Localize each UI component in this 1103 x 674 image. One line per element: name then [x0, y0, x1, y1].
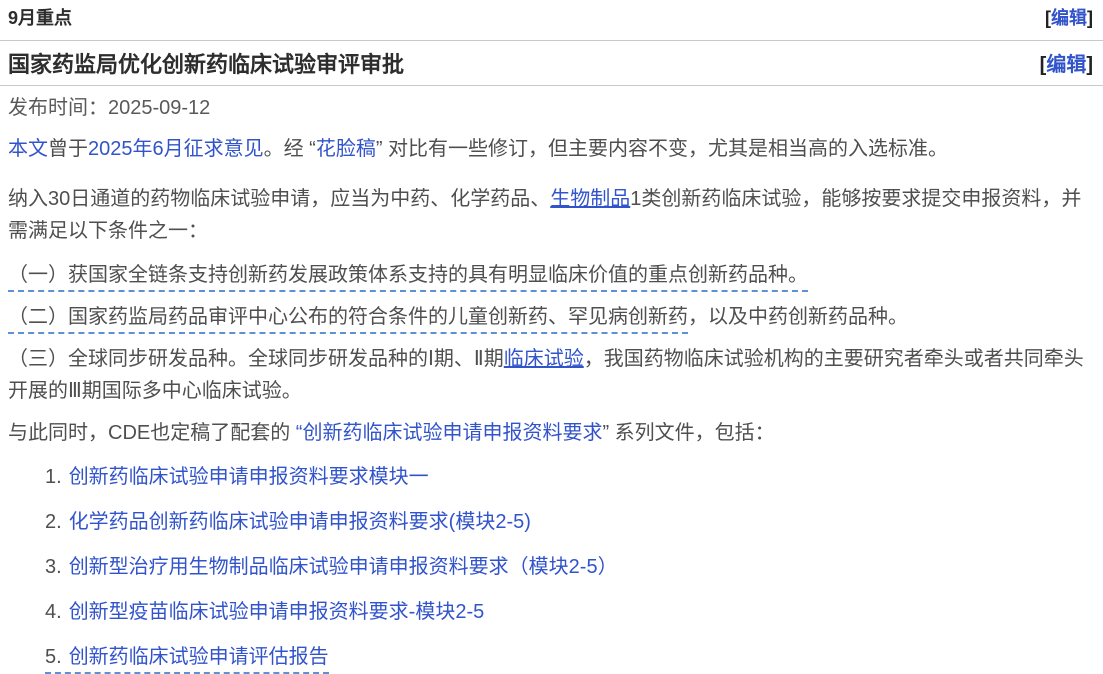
- document-list-item: 2. 化学药品创新药临床试验申请申报资料要求(模块2-5): [8, 506, 1089, 538]
- section-edit: [编辑]: [1045, 6, 1093, 30]
- diff-marked-text: （二）国家药监局药品审评中心公布的符合条件的儿童创新药、罕见病创新药: [8, 306, 688, 334]
- intro-paragraph: 本文曾于2025年6月征求意见。经 “花脸稿” 对比有一些修订，但主要内容不变，…: [0, 133, 1103, 165]
- document-list-item: 3. 创新型治疗用生物制品临床试验申请申报资料要求（模块2-5）: [8, 551, 1089, 583]
- link-cde-series[interactable]: “创新药临床试验申请申报资料要求: [296, 422, 603, 444]
- section-edit-link[interactable]: 编辑: [1051, 8, 1087, 28]
- article-edit: [编辑]: [1040, 51, 1093, 79]
- edit-bracket-close: ]: [1086, 54, 1093, 76]
- link-clinical-trial[interactable]: 临床试验: [504, 348, 584, 370]
- document-link-chemical[interactable]: 化学药品创新药临床试验申请申报资料要求(模块2-5): [69, 511, 531, 533]
- intro-text: ” 对比有一些修订，但主要内容不变，尤其是相当高的入选标准。: [376, 138, 948, 160]
- condition-text: ，以及中药创新药品种。: [688, 306, 908, 328]
- document-list-item: 5. 创新药临床试验申请评估报告: [8, 641, 1089, 673]
- cde-text: ” 系列文件，包括：: [602, 422, 774, 444]
- condition-text: （三）全球同步研发品种。全球同步研发品种的Ⅰ期、Ⅱ期: [8, 348, 504, 370]
- document-list-item: 1. 创新药临床试验申请申报资料要求模块一: [8, 461, 1089, 493]
- edit-bracket-close: ]: [1087, 8, 1093, 28]
- article-header: 国家药监局优化创新药临床试验审评审批 [编辑]: [0, 41, 1103, 86]
- link-this-article[interactable]: 本文: [8, 138, 48, 160]
- diff-marked-text: （一）获国家全链条支持创新药发展政策体系支持的具有明显临床价值的重点创新药品种。: [8, 264, 808, 292]
- condition-2: （二）国家药监局药品审评中心公布的符合条件的儿童创新药、罕见病创新药，以及中药创…: [0, 301, 1103, 333]
- document-link-vaccine[interactable]: 创新型疫苗临床试验申请申报资料要求-模块2-5: [69, 601, 485, 623]
- document-link-biologics[interactable]: 创新型治疗用生物制品临床试验申请申报资料要求（模块2-5）: [69, 556, 618, 578]
- list-number: 3.: [45, 556, 62, 578]
- link-june-consultation[interactable]: 2025年6月征求意见: [88, 138, 264, 160]
- document-list-item: 4. 创新型疫苗临床试验申请申报资料要求-模块2-5: [8, 596, 1089, 628]
- list-number: 4.: [45, 601, 62, 623]
- channel-text: 纳入30日通道的药物临床试验申请，应当为中药、化学药品、: [8, 188, 550, 210]
- publish-date: 发布时间：2025-09-12: [0, 95, 1103, 121]
- document-link-evaluation-report[interactable]: 创新药临床试验申请评估报告: [69, 646, 329, 668]
- condition-3: （三）全球同步研发品种。全球同步研发品种的Ⅰ期、Ⅱ期临床试验，我国药物临床试验机…: [0, 343, 1103, 407]
- article-edit-link[interactable]: 编辑: [1046, 54, 1086, 76]
- document-link-module-1[interactable]: 创新药临床试验申请申报资料要求模块一: [69, 466, 429, 488]
- section-title: 9月重点: [8, 6, 72, 30]
- link-hualiangao[interactable]: 花脸稿: [316, 138, 376, 160]
- list-number: 1.: [45, 466, 62, 488]
- intro-text: 曾于: [48, 138, 88, 160]
- cde-paragraph: 与此同时，CDE也定稿了配套的 “创新药临床试验申请申报资料要求” 系列文件，包…: [0, 417, 1103, 449]
- list-number: 5.: [45, 646, 62, 668]
- diff-marked-text: 5. 创新药临床试验申请评估报告: [45, 646, 329, 674]
- channel-paragraph: 纳入30日通道的药物临床试验申请，应当为中药、化学药品、生物制品1类创新药临床试…: [0, 183, 1103, 247]
- cde-text: 与此同时，CDE也定稿了配套的: [8, 422, 296, 444]
- section-header: 9月重点 [编辑]: [0, 0, 1103, 41]
- list-number: 2.: [45, 511, 62, 533]
- link-biological-products[interactable]: 生物制品: [550, 188, 630, 210]
- condition-1: （一）获国家全链条支持创新药发展政策体系支持的具有明显临床价值的重点创新药品种。: [0, 259, 1103, 291]
- article-page: 9月重点 [编辑] 国家药监局优化创新药临床试验审评审批 [编辑] 发布时间：2…: [0, 0, 1103, 673]
- article-title: 国家药监局优化创新药临床试验审评审批: [8, 51, 404, 79]
- document-list: 1. 创新药临床试验申请申报资料要求模块一 2. 化学药品创新药临床试验申请申报资料…: [0, 461, 1103, 673]
- intro-text: 。经 “: [264, 138, 316, 160]
